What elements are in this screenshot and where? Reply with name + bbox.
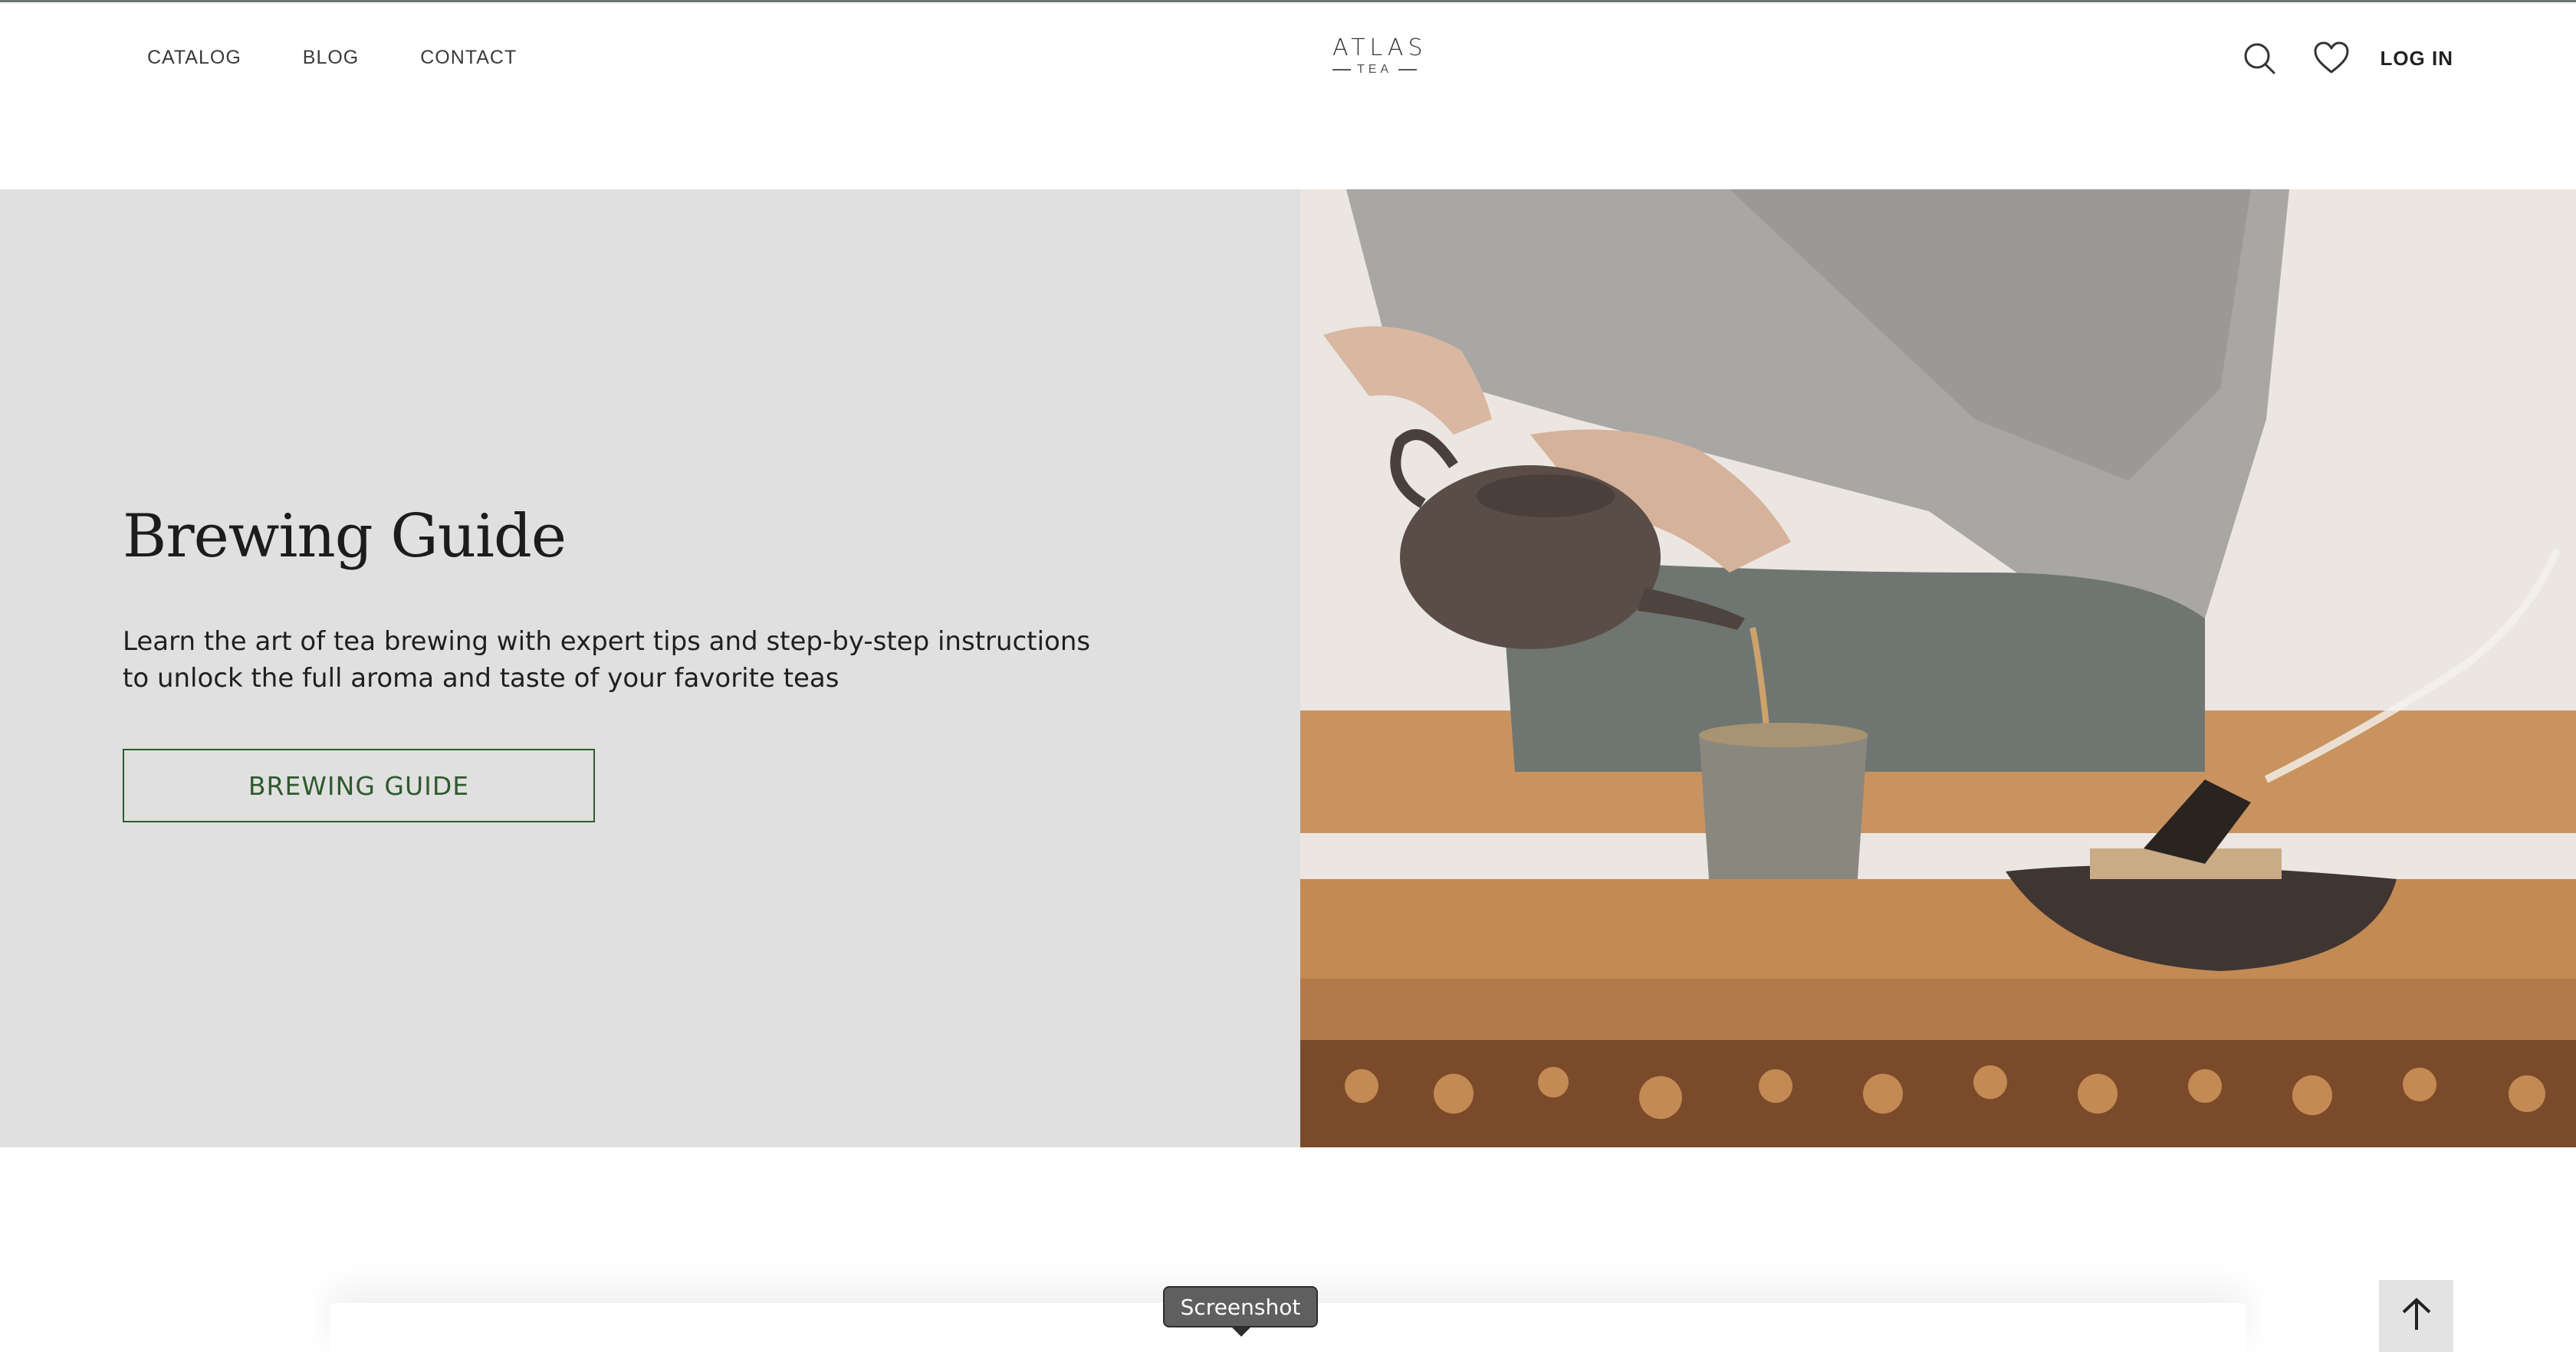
header-actions: LOG IN [2240,39,2453,77]
heart-icon[interactable] [2312,39,2351,77]
hero-description: Learn the art of tea brewing with expert… [123,626,1091,694]
logo-line-right [1398,69,1417,71]
nav-contact[interactable]: CONTACT [420,47,517,69]
hero-title: Brewing Guide [123,502,567,571]
brewing-guide-button[interactable]: BREWING GUIDE [123,749,595,822]
main-nav: CATALOG BLOG CONTACT [147,47,517,69]
nav-blog[interactable]: BLOG [303,47,359,69]
login-link[interactable]: LOG IN [2380,47,2453,71]
screenshot-tooltip: Screenshot [1163,1286,1318,1337]
site-header: CATALOG BLOG CONTACT ATLAS TEA LOG IN [0,2,2576,188]
brewing-guide-hero: Brewing Guide Learn the art of tea brewi… [0,189,2576,1147]
back-to-top-button[interactable] [2379,1280,2453,1352]
hero-text-panel: Brewing Guide Learn the art of tea brewi… [0,189,1300,1147]
search-icon[interactable] [2240,39,2279,77]
hero-image [1300,189,2576,1147]
logo-sub-text: TEA [1356,63,1393,76]
logo-main-text: ATLAS [1332,34,1428,61]
site-logo[interactable]: ATLAS TEA [1332,34,1428,77]
nav-catalog[interactable]: CATALOG [147,47,242,69]
logo-line-left [1332,69,1351,71]
tea-pouring-photo [1300,189,2576,1147]
arrow-up-icon [2397,1295,2436,1337]
logo-sub: TEA [1332,63,1417,77]
